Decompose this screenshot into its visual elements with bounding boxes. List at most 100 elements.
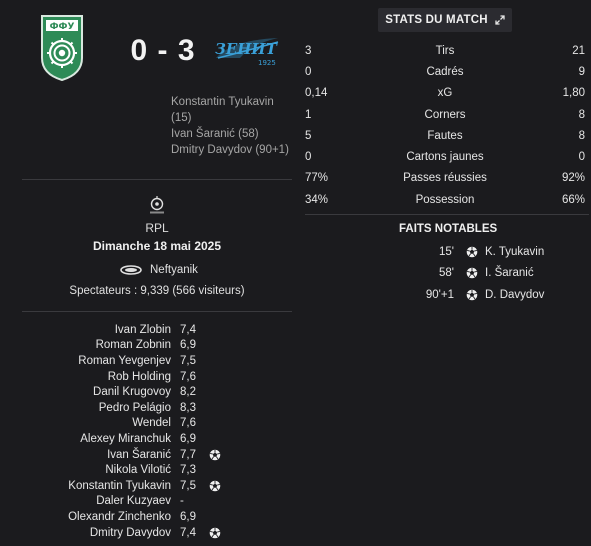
stat-row: 3 Tirs 21 [305,40,585,61]
stat-home-value: 77% [305,172,329,185]
stat-home-value: 34% [305,193,329,206]
event-minute: 90'+1 [425,288,454,301]
player-name[interactable]: Nikola Vilotić [0,464,171,476]
stadium-icon [120,265,142,275]
event-player[interactable]: I. Šaranić [485,267,534,279]
event-row[interactable]: 58' I. Šaranić [395,263,575,285]
player-row[interactable]: Nikola Vilotić 7,3 [0,462,300,478]
stat-row: 0,14 xG 1,80 [305,83,585,104]
player-name[interactable]: Ivan Šaranić [0,449,171,461]
player-row[interactable]: Ivan Šaranić 7,7 [0,447,300,463]
stat-label: xG [437,87,453,100]
stat-label: Cartons jaunes [406,151,484,164]
player-row[interactable]: Wendel 7,6 [0,416,300,432]
match-score: 0 - 3 [118,34,208,68]
match-date: Dimanche 18 mai 2025 [92,239,222,253]
stat-label: Fautes [427,129,463,142]
player-rating: 8,2 [180,386,196,399]
player-name[interactable]: Roman Yevgenjev [0,355,171,367]
away-crest-year: 1925 [258,59,276,67]
expand-icon [495,15,505,25]
key-events-list: 15' K. Tyukavin 58' I. Šaranić 90'+1 D. Dav… [395,241,575,306]
stat-home-value: 3 [305,44,312,57]
player-ratings-list: Ivan Zlobin 7,4 Roman Zobnin 6,9 Roman Yev… [0,322,300,540]
player-row[interactable]: Roman Yevgenjev 7,5 [0,353,300,369]
home-crest-text: ФФУ [50,22,75,32]
stat-label: Passes réussies [403,172,487,185]
stat-away-value: 0 [578,151,585,164]
stat-away-value: 8 [578,108,585,121]
goal-ball-icon [209,449,221,461]
home-team-crest[interactable]: ФФУ [40,14,84,82]
player-name[interactable]: Ivan Zlobin [0,324,171,336]
player-rating: 7,7 [180,448,196,461]
stat-home-value: 1 [305,108,312,121]
scorer-line: Dmitry Davydov (90+1) [171,144,289,156]
player-rating: 6,9 [180,432,196,445]
stat-row: 0 Cadrés 9 [305,61,585,82]
player-name[interactable]: Alexey Miranchuk [0,433,171,445]
stat-label: Possession [415,193,475,206]
goal-ball-icon [466,246,478,258]
scorer-line: Ivan Šaranić (58) [171,128,259,140]
event-player[interactable]: K. Tyukavin [485,246,544,258]
scorer-line: (15) [171,112,192,124]
player-row[interactable]: Alexey Miranchuk 6,9 [0,431,300,447]
player-name[interactable]: Roman Zobnin [0,339,171,351]
player-name[interactable]: Olexandr Zinchenko [0,511,171,523]
player-name[interactable]: Konstantin Tyukavin [0,480,171,492]
stat-home-value: 0 [305,151,312,164]
player-name[interactable]: Rob Holding [0,371,171,383]
player-rating: 7,6 [180,417,196,430]
stadium-name[interactable]: Neftyanik [150,264,198,276]
stat-row: 0 Cartons jaunes 0 [305,146,585,167]
player-name[interactable]: Dmitry Davydov [0,527,171,539]
attendance: Spectateurs : 9,339 (566 visiteurs) [69,285,245,297]
player-row[interactable]: Olexandr Zinchenko 6,9 [0,509,300,525]
player-row[interactable]: Ivan Zlobin 7,4 [0,322,300,338]
event-player[interactable]: D. Davydov [485,289,544,301]
stat-label: Corners [424,108,466,121]
league-name[interactable]: RPL [0,221,314,235]
player-row[interactable]: Konstantin Tyukavin 7,5 [0,478,300,494]
player-row[interactable]: Rob Holding 7,6 [0,369,300,385]
away-crest-text: ЗЕНИТ [215,40,279,58]
player-row[interactable]: Dmitry Davydov 7,4 [0,525,300,541]
stat-row: 77% Passes réussies 92% [305,168,585,189]
goal-ball-icon [209,527,221,539]
player-name[interactable]: Daler Kuzyaev [0,495,171,507]
event-minute: 15' [439,245,454,258]
stat-home-value: 0,14 [305,87,328,100]
player-name[interactable]: Danil Krugovoy [0,386,171,398]
away-team-crest[interactable]: ЗЕНИТ 1925 [212,34,282,70]
divider [22,179,292,180]
event-row[interactable]: 15' K. Tyukavin [395,241,575,263]
home-score: 0 [130,34,149,67]
stat-row: 1 Corners 8 [305,104,585,125]
stat-away-value: 21 [572,44,585,57]
stat-away-value: 92% [561,172,585,185]
player-rating: 7,6 [180,370,196,383]
stat-away-value: 9 [578,65,585,78]
match-stats-table: 3 Tirs 21 0 Cadrés 9 0,14 xG 1,80 1 Corners 8 5 F… [305,40,585,210]
player-row[interactable]: Danil Krugovoy 8,2 [0,384,300,400]
player-rating: 7,3 [180,464,196,477]
event-minute: 58' [439,267,454,280]
stat-row: 34% Possession 66% [305,189,585,210]
player-rating: 8,3 [180,401,196,414]
match-stats-button[interactable]: STATS DU MATCH [378,8,512,32]
player-name[interactable]: Wendel [0,417,171,429]
event-row[interactable]: 90'+1 D. Davydov [395,284,575,306]
goal-ball-icon [466,267,478,279]
stat-home-value: 5 [305,129,312,142]
goal-scorers-list: Konstantin Tyukavin (15) Ivan Šaranić (5… [171,94,296,158]
player-rating: 6,9 [180,510,196,523]
player-row[interactable]: Daler Kuzyaev - [0,494,300,510]
match-summary-panel: ФФУ 0 - 3 ЗЕНИТ 1925 Konstantin Tyukavin… [0,0,300,546]
player-name[interactable]: Pedro Pelágio [0,402,171,414]
league-logo-icon[interactable] [146,194,168,216]
goal-ball-icon [209,480,221,492]
player-row[interactable]: Pedro Pelágio 8,3 [0,400,300,416]
player-row[interactable]: Roman Zobnin 6,9 [0,338,300,354]
scorer-line: Konstantin Tyukavin [171,96,274,108]
